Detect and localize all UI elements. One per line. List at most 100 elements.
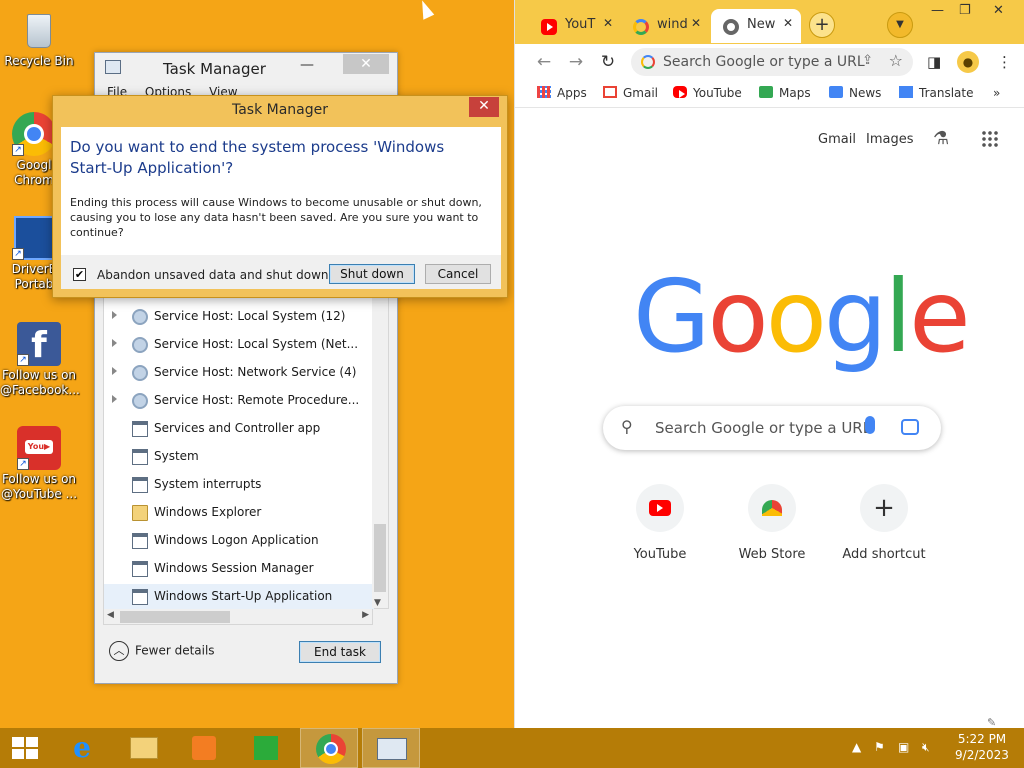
process-row[interactable]: Windows Logon Application (104, 528, 374, 554)
shortcut-add[interactable]: + Add shortcut (839, 484, 929, 562)
shortcut-arrow-icon: ↗ (17, 458, 29, 470)
dialog-footer: ✔ Abandon unsaved data and shut down. Sh… (61, 255, 501, 289)
expand-arrow-icon[interactable] (112, 311, 117, 319)
forward-arrow-icon[interactable]: → (565, 51, 587, 73)
close-icon[interactable]: ✕ (993, 3, 1004, 18)
vertical-scrollbar[interactable]: ▼ (372, 298, 388, 608)
scrollbar-thumb[interactable] (374, 524, 386, 592)
process-name: Service Host: Local System (Net... (154, 337, 359, 351)
scrollbar-thumb[interactable] (120, 611, 230, 623)
taskbar-file-explorer[interactable] (114, 728, 172, 768)
expand-arrow-icon[interactable] (112, 395, 117, 403)
tab-search-button[interactable]: ▼ (887, 12, 913, 38)
dialog-close-button[interactable]: ✕ (469, 97, 499, 117)
youtube-shortcut[interactable]: You▶ ↗ Follow us on @YouTube ... (0, 426, 78, 502)
bookmark-gmail[interactable]: Gmail (603, 86, 658, 100)
scroll-down-arrow-icon[interactable]: ▼ (374, 598, 381, 608)
scroll-left-arrow-icon[interactable]: ◀ (107, 610, 114, 620)
fewer-details-button[interactable]: ︿ Fewer details (109, 641, 215, 661)
reload-icon[interactable]: ↻ (597, 51, 619, 73)
process-row-selected[interactable]: Windows Start-Up Application (104, 584, 374, 610)
profile-avatar-icon[interactable]: ● (957, 51, 979, 73)
images-link[interactable]: Images (866, 132, 914, 147)
tab-close-icon[interactable]: ✕ (603, 16, 613, 30)
show-hidden-icons-chevron-icon[interactable]: ▲ (852, 740, 861, 754)
expand-arrow-icon[interactable] (112, 367, 117, 375)
google-apps-grid-icon[interactable] (981, 130, 999, 148)
bookmark-star-icon[interactable]: ☆ (889, 51, 903, 70)
bookmark-translate[interactable]: Translate (899, 86, 974, 100)
shut-down-button[interactable]: Shut down (329, 264, 415, 284)
chrome-window: YouT ✕ wind ✕ New ✕ + ▼ — ❐ ✕ ← → ↻ Sear… (514, 0, 1024, 729)
process-row[interactable]: System (104, 444, 374, 470)
recycle-bin-icon (17, 8, 61, 52)
maximize-icon[interactable]: ❐ (959, 3, 971, 18)
new-tab-button[interactable]: + (809, 12, 835, 38)
process-row[interactable]: Windows Session Manager (104, 556, 374, 582)
process-row[interactable]: System interrupts (104, 472, 374, 498)
volume-muted-icon[interactable]: 🔇︎ (922, 740, 930, 755)
process-row[interactable]: Services and Controller app (104, 416, 374, 442)
scroll-right-arrow-icon[interactable]: ▶ (362, 610, 369, 620)
microphone-icon[interactable] (865, 416, 875, 434)
facebook-shortcut[interactable]: f ↗ Follow us on @Facebook... (0, 322, 80, 398)
share-icon[interactable]: ⇪ (862, 53, 873, 68)
abandon-data-label[interactable]: Abandon unsaved data and shut down. (97, 268, 332, 282)
process-row[interactable]: Service Host: Local System (Net... (104, 332, 374, 358)
tab-new-tab[interactable]: New ✕ (711, 9, 801, 43)
bookmark-apps[interactable]: Apps (537, 86, 587, 100)
end-task-button[interactable]: End task (299, 641, 381, 663)
omnibox[interactable]: Search Google or type a URL ⇪ ☆ (631, 48, 913, 76)
ntp-search-box[interactable]: ⚲ Search Google or type a URL (603, 406, 941, 450)
labs-flask-icon[interactable]: ⚗ (933, 128, 949, 149)
cancel-button[interactable]: Cancel (425, 264, 491, 284)
menu-kebab-icon[interactable]: ⋮ (997, 53, 1012, 71)
action-center-flag-icon[interactable]: ⚑ (874, 740, 885, 754)
task-manager-title: Task Manager (163, 60, 266, 78)
gmail-link[interactable]: Gmail (818, 132, 856, 147)
dialog-description: Ending this process will cause Windows t… (70, 196, 482, 239)
google-icon (641, 55, 655, 69)
bookmark-youtube[interactable]: YouTube (673, 86, 742, 100)
back-arrow-icon[interactable]: ← (533, 51, 555, 73)
close-button[interactable]: ✕ (343, 54, 389, 74)
task-manager-icon (377, 738, 407, 760)
taskbar-store[interactable] (236, 728, 294, 768)
horizontal-scrollbar[interactable]: ◀ ▶ (103, 609, 373, 625)
bookmarks-bar: Apps Gmail YouTube Maps News Translate » (515, 80, 1024, 108)
start-button[interactable] (0, 728, 50, 768)
network-icon[interactable]: ▣ (898, 740, 909, 754)
taskbar-task-manager[interactable] (362, 728, 420, 768)
expand-arrow-icon[interactable] (112, 339, 117, 347)
process-row[interactable]: Service Host: Local System (12) (104, 304, 374, 330)
taskbar-media-player[interactable] (174, 728, 232, 768)
process-name: System interrupts (154, 477, 262, 491)
task-manager-titlebar[interactable]: Task Manager — ✕ (95, 53, 397, 83)
taskbar-clock[interactable]: 5:22 PM 9/2/2023 (950, 731, 1014, 763)
taskbar-chrome[interactable] (300, 728, 358, 768)
shortcut-web-store[interactable]: Web Store (727, 484, 817, 562)
abandon-data-checkbox[interactable]: ✔ (73, 268, 86, 281)
minimize-icon[interactable]: — (931, 3, 944, 18)
tab-close-icon[interactable]: ✕ (783, 16, 793, 30)
shortcut-youtube[interactable]: YouTube (615, 484, 705, 562)
process-name: Service Host: Network Service (4) (154, 365, 357, 379)
minimize-button[interactable]: — (297, 57, 317, 75)
more-bookmarks-chevron-icon[interactable]: » (993, 86, 1000, 100)
process-row[interactable]: Windows Explorer (104, 500, 374, 526)
end-process-dialog: Task Manager ✕ Do you want to end the sy… (52, 95, 508, 298)
bookmark-news[interactable]: News (829, 86, 881, 100)
tab-youtube[interactable]: YouT ✕ (529, 9, 621, 43)
desktop-icon-label: Recycle Bin (4, 54, 74, 68)
tab-search[interactable]: wind ✕ (621, 9, 709, 43)
recycle-bin-shortcut[interactable]: Recycle Bin (0, 8, 78, 69)
dialog-question: Do you want to end the system process 'W… (70, 138, 445, 177)
google-lens-camera-icon[interactable] (901, 419, 919, 435)
search-icon: ⚲ (621, 417, 633, 436)
bookmark-maps[interactable]: Maps (759, 86, 811, 100)
side-panel-icon[interactable]: ◨ (927, 53, 941, 71)
tab-close-icon[interactable]: ✕ (691, 16, 701, 30)
taskbar-internet-explorer[interactable]: e (52, 728, 110, 768)
process-row[interactable]: Service Host: Remote Procedure... (104, 388, 374, 414)
process-row[interactable]: Service Host: Network Service (4) (104, 360, 374, 386)
